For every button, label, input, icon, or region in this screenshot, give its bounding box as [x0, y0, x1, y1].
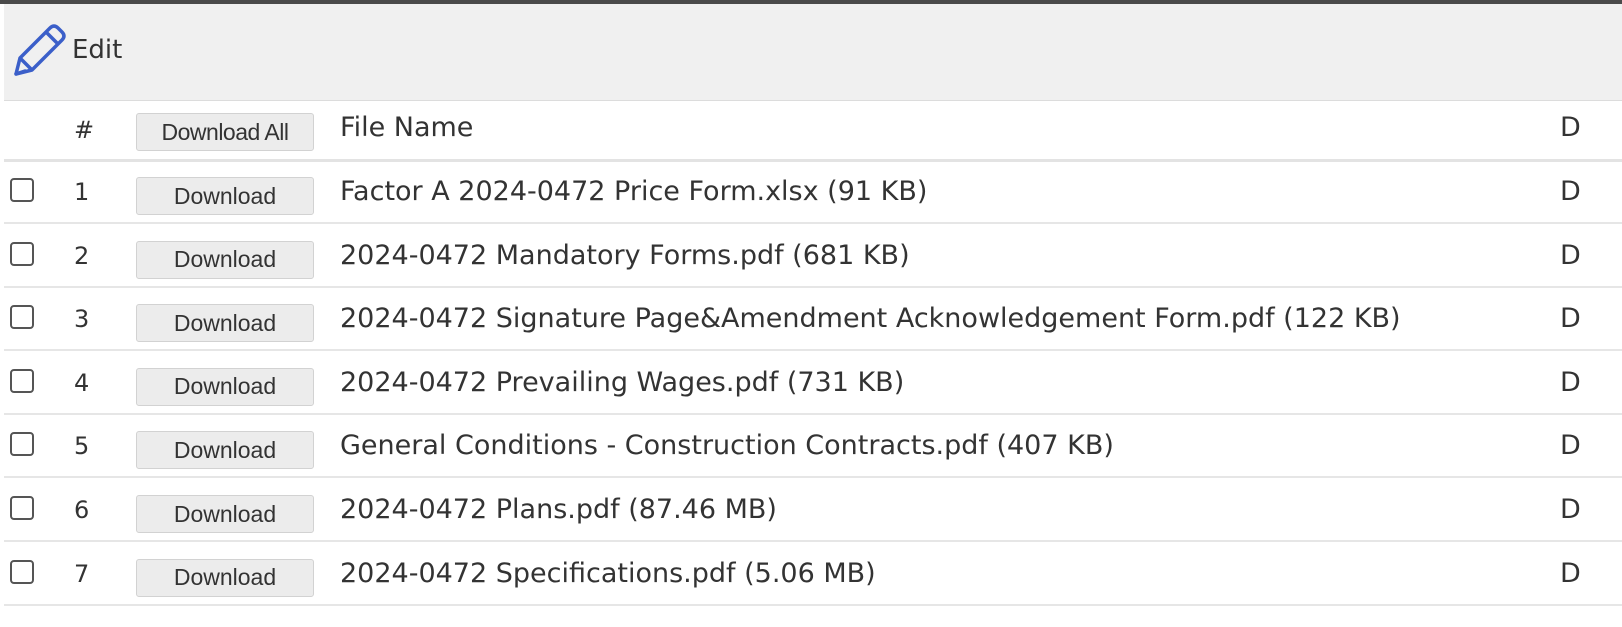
- row-number: 4: [74, 368, 90, 397]
- next-column-cell: D: [1560, 366, 1581, 398]
- next-column-cell: D: [1560, 176, 1581, 207]
- file-name-link[interactable]: 2024-0472 Plans.pdf (87.46 MB): [340, 480, 777, 540]
- table-header: # Download All File Name D: [4, 101, 1622, 162]
- row-checkbox[interactable]: [10, 178, 34, 202]
- row-checkbox[interactable]: [10, 241, 34, 266]
- table-row: 4 Download 2024-0472 Prevailing Wages.pdf …: [4, 352, 1622, 415]
- pencil-icon: [14, 24, 66, 76]
- file-list-panel: Edit # Download All File Name D 1 Downloa…: [0, 0, 1622, 627]
- next-column-cell: D: [1560, 557, 1581, 589]
- download-button[interactable]: Download: [136, 431, 314, 470]
- file-name-link[interactable]: 2024-0472 Signature Page&Amendment Ackno…: [340, 289, 1401, 349]
- download-button[interactable]: Download: [136, 240, 314, 279]
- header-number: #: [74, 116, 95, 144]
- download-all-button[interactable]: Download All: [136, 113, 314, 151]
- table-row: 3 Download 2024-0472 Signature Page&Amendm…: [4, 289, 1622, 352]
- file-name-link[interactable]: Factor A 2024-0472 Price Form.xlsx (91 K…: [340, 162, 927, 222]
- file-name-link[interactable]: 2024-0472 Mandatory Forms.pdf (681 KB): [340, 226, 910, 286]
- header-next-column: D: [1560, 112, 1581, 143]
- row-checkbox[interactable]: [10, 305, 34, 330]
- edit-label: Edit: [72, 35, 123, 65]
- row-number: 1: [74, 178, 90, 206]
- next-column-cell: D: [1560, 494, 1581, 525]
- next-column-cell: D: [1560, 430, 1581, 462]
- row-checkbox[interactable]: [10, 432, 34, 457]
- file-name-link[interactable]: General Conditions - Construction Contra…: [340, 416, 1114, 476]
- download-button[interactable]: Download: [136, 558, 314, 597]
- row-number: 7: [74, 559, 90, 588]
- table-row: 5 Download General Conditions - Constructi…: [4, 416, 1622, 479]
- row-checkbox[interactable]: [10, 559, 34, 584]
- download-button[interactable]: Download: [136, 495, 314, 533]
- next-column-cell: D: [1560, 303, 1581, 335]
- row-number: 5: [74, 432, 90, 461]
- table-row: 2 Download 2024-0472 Mandatory Forms.pdf (…: [4, 225, 1622, 288]
- row-number: 2: [74, 241, 90, 270]
- download-button[interactable]: Download: [136, 367, 314, 406]
- download-button[interactable]: Download: [136, 177, 314, 215]
- edit-button[interactable]: Edit: [8, 20, 122, 80]
- table-row: 6 Download 2024-0472 Plans.pdf (87.46 MB) D: [4, 480, 1622, 542]
- file-name-link[interactable]: 2024-0472 Specifications.pdf (5.06 MB): [340, 544, 876, 604]
- row-checkbox[interactable]: [10, 496, 34, 520]
- table-row: 1 Download Factor A 2024-0472 Price Form.x…: [4, 162, 1622, 224]
- next-column-cell: D: [1560, 239, 1581, 271]
- row-number: 3: [74, 305, 90, 334]
- file-name-link[interactable]: 2024-0472 Prevailing Wages.pdf (731 KB): [340, 353, 904, 413]
- toolbar: Edit: [4, 4, 1622, 101]
- row-checkbox[interactable]: [10, 368, 34, 393]
- header-file-name: File Name: [340, 112, 474, 143]
- row-number: 6: [74, 496, 90, 524]
- table-row: 7 Download 2024-0472 Specifications.pdf (5…: [4, 543, 1622, 606]
- download-button[interactable]: Download: [136, 304, 314, 343]
